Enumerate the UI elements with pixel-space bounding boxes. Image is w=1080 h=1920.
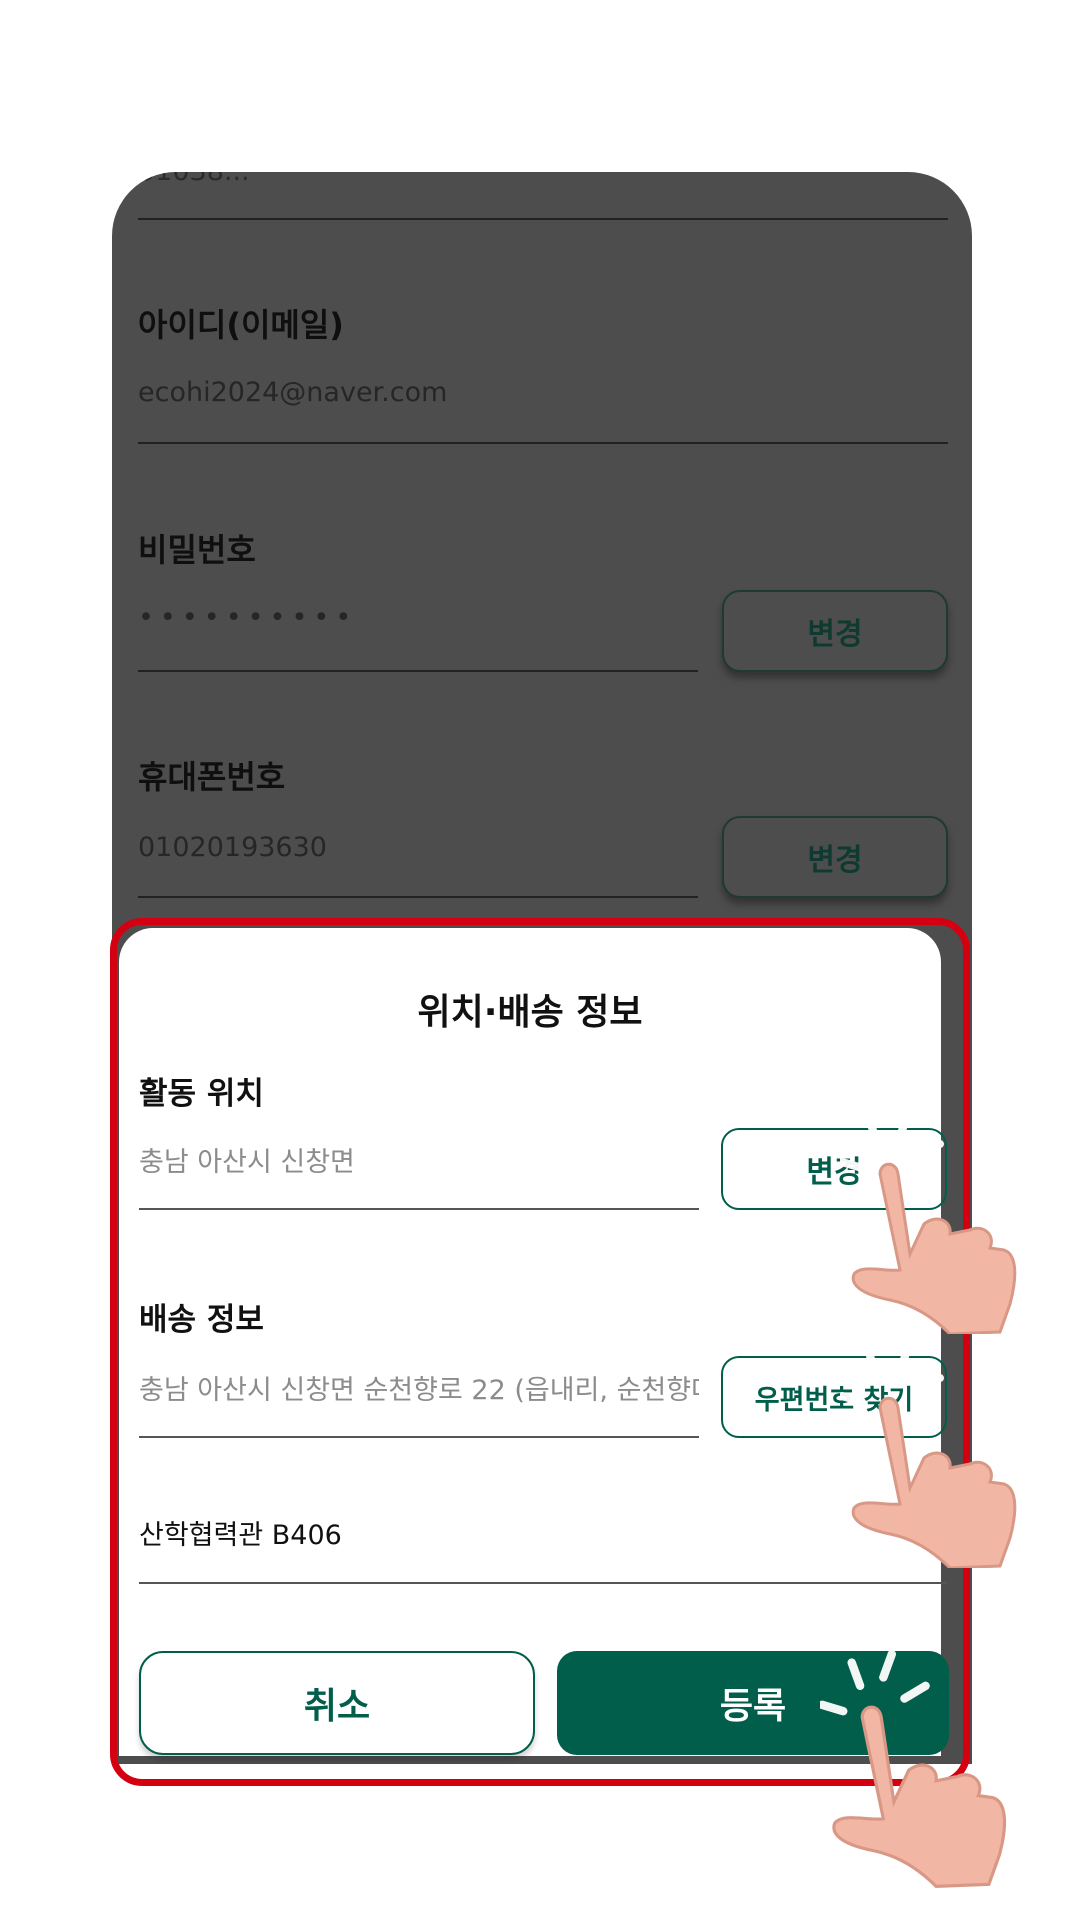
partial-field-value: 01038...: [138, 172, 250, 187]
phone-value: 01020193630: [138, 832, 327, 863]
divider: [138, 442, 948, 444]
id-label: 아이디(이메일): [138, 306, 344, 344]
id-value: ecohi2024@naver.com: [138, 377, 448, 408]
phone-change-button[interactable]: 변경: [722, 816, 948, 898]
divider: [138, 670, 698, 672]
tap-hand-icon: [840, 1110, 1017, 1334]
tap-hand-icon: [840, 1344, 1017, 1568]
divider: [138, 218, 948, 220]
tap-hand-icon: [820, 1649, 1007, 1888]
password-value: ••••••••••: [138, 602, 358, 633]
password-change-button[interactable]: 변경: [722, 590, 948, 672]
phone-label: 휴대폰번호: [138, 758, 286, 796]
password-label: 비밀번호: [138, 531, 256, 569]
divider: [138, 896, 698, 898]
